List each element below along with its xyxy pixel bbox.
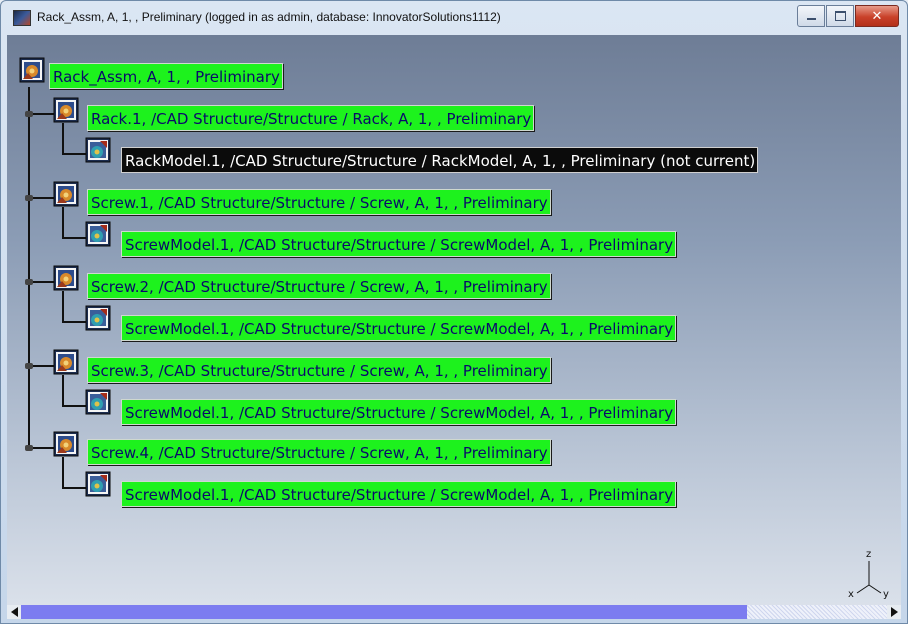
expander-icon[interactable]: [25, 279, 33, 285]
close-button[interactable]: ✕: [855, 5, 899, 27]
expander-icon[interactable]: [25, 445, 33, 451]
minimize-icon: [806, 18, 816, 20]
tree-node-part[interactable]: RackModel.1, /CAD Structure/Structure / …: [121, 147, 759, 173]
scrollbar-thumb[interactable]: [21, 605, 747, 619]
maximize-icon: [834, 11, 846, 21]
expander-icon[interactable]: [25, 111, 33, 117]
scroll-left-button[interactable]: [7, 605, 21, 619]
tree-node-part[interactable]: ScrewModel.1, /CAD Structure/Structure /…: [121, 399, 677, 425]
expander-icon[interactable]: [25, 195, 33, 201]
axis-x-label: x: [848, 589, 854, 600]
horizontal-scrollbar[interactable]: [7, 605, 901, 619]
axis-y-label: y: [883, 589, 889, 600]
catia-window: Rack_Assm, A, 1, , Preliminary (logged i…: [0, 0, 908, 624]
tree-node-product[interactable]: Rack.1, /CAD Structure/Structure / Rack,…: [87, 105, 535, 131]
close-icon: ✕: [871, 8, 883, 24]
window-title: Rack_Assm, A, 1, , Preliminary (logged i…: [37, 10, 501, 24]
window-controls: ✕: [796, 5, 899, 27]
tree-node-part[interactable]: ScrewModel.1, /CAD Structure/Structure /…: [121, 481, 677, 507]
part-icon[interactable]: [85, 305, 111, 331]
tree-trunk-line: [28, 87, 30, 448]
axis-compass-icon: z x y: [843, 549, 893, 601]
maximize-button[interactable]: [826, 5, 854, 27]
part-icon[interactable]: [85, 221, 111, 247]
title-bar[interactable]: Rack_Assm, A, 1, , Preliminary (logged i…: [1, 1, 907, 35]
arrow-left-icon: [10, 607, 18, 617]
tree-node-product[interactable]: Screw.4, /CAD Structure/Structure / Scre…: [87, 439, 551, 465]
tree-child-line: [62, 457, 64, 489]
tree-child-line: [62, 375, 64, 407]
product-icon[interactable]: [53, 265, 79, 291]
scrollbar-track[interactable]: [747, 605, 887, 619]
tree-node-root[interactable]: Rack_Assm, A, 1, , Preliminary: [49, 63, 283, 89]
tree-child-line: [62, 123, 64, 155]
axis-z-label: z: [866, 549, 872, 560]
tree-child-line: [62, 291, 64, 323]
expander-icon[interactable]: [25, 363, 33, 369]
part-icon[interactable]: [85, 389, 111, 415]
tree-node-product[interactable]: Screw.3, /CAD Structure/Structure / Scre…: [87, 357, 551, 383]
tree-child-line: [62, 207, 64, 239]
product-icon[interactable]: [53, 349, 79, 375]
specification-tree-viewport[interactable]: Rack_Assm, A, 1, , Preliminary Rack.1, /…: [7, 35, 901, 619]
tree-node-product[interactable]: Screw.2, /CAD Structure/Structure / Scre…: [87, 273, 551, 299]
arrow-right-icon: [890, 607, 898, 617]
part-icon[interactable]: [85, 471, 111, 497]
part-icon[interactable]: [85, 137, 111, 163]
scroll-right-button[interactable]: [887, 605, 901, 619]
minimize-button[interactable]: [797, 5, 825, 27]
tree-node-product[interactable]: Screw.1, /CAD Structure/Structure / Scre…: [87, 189, 551, 215]
app-icon: [13, 10, 31, 26]
product-icon[interactable]: [53, 181, 79, 207]
product-icon[interactable]: [19, 57, 45, 83]
product-icon[interactable]: [53, 431, 79, 457]
tree-node-part[interactable]: ScrewModel.1, /CAD Structure/Structure /…: [121, 231, 677, 257]
tree-node-part[interactable]: ScrewModel.1, /CAD Structure/Structure /…: [121, 315, 677, 341]
product-icon[interactable]: [53, 97, 79, 123]
